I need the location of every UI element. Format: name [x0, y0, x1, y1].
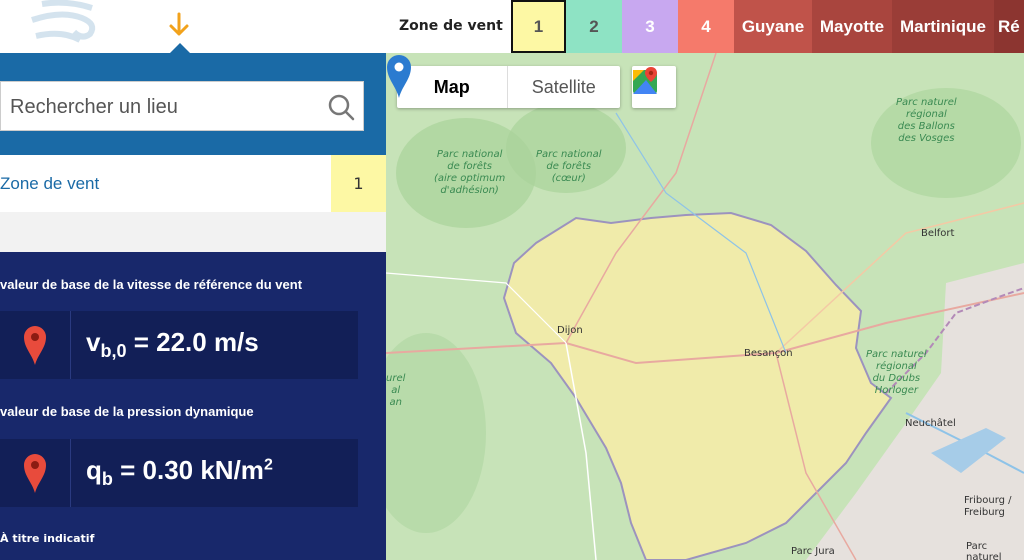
speed-value: vb,0 = 22.0 m/s: [86, 327, 259, 362]
label-park-left: urel al an: [386, 373, 406, 408]
label-park-doubs: Parc naturel régional du Doubs Horloger: [866, 349, 927, 396]
zone-result-row: Zone de vent 1: [0, 155, 386, 212]
label-park-vosges: Parc naturel régional des Ballons des Vo…: [896, 97, 957, 144]
legend-zone-guyane[interactable]: Guyane: [734, 0, 812, 53]
speed-box: vb,0 = 22.0 m/s: [0, 311, 358, 379]
google-maps-button[interactable]: [632, 66, 676, 108]
label-fribourg: Fribourg / Freiburg: [964, 495, 1012, 518]
label-parc-jura: Parc Jura: [791, 546, 835, 557]
legend-zone-mayotte[interactable]: Mayotte: [812, 0, 892, 53]
legend-zone-4[interactable]: 4: [678, 0, 734, 53]
speed-symbol: v: [86, 327, 101, 357]
pressure-symbol: q: [86, 455, 102, 485]
map-type-toggle: Map Satellite: [397, 66, 620, 108]
google-maps-icon: [633, 67, 657, 94]
results-panel: valeur de base de la vitesse de référenc…: [0, 252, 386, 560]
satellite-button[interactable]: Satellite: [508, 66, 621, 108]
label-neuchatel: Neuchâtel: [905, 418, 956, 429]
pressure-value: qb = 0.30 kN/m2: [86, 455, 273, 490]
map-button[interactable]: Map: [397, 66, 508, 108]
zone-result-label: Zone de vent: [0, 174, 100, 193]
legend-title: Zone de vent: [399, 18, 503, 34]
label-belfort: Belfort: [921, 228, 955, 239]
search-placeholder: Rechercher un lieu: [10, 96, 178, 118]
legend-zone-2[interactable]: 2: [566, 0, 622, 53]
wind-logo-icon: [31, 0, 96, 43]
pressure-title: valeur de base de la pression dynamique: [0, 404, 254, 419]
pressure-superscript: 2: [263, 456, 273, 474]
arrow-down-icon[interactable]: [168, 12, 190, 38]
label-besancon: Besançon: [744, 348, 793, 359]
speed-title: valeur de base de la vitesse de référenc…: [0, 277, 303, 292]
panel-spacer: [0, 212, 386, 252]
footnote: À titre indicatif: [0, 532, 95, 545]
pressure-number: = 0.30 kN/m: [112, 455, 264, 485]
label-park-foret-coeur: Parc national de forêts (cœur): [536, 149, 602, 184]
label-park-foret-adhesion: Parc national de forêts (aire optimum d'…: [434, 149, 506, 196]
speed-subscript: b,0: [100, 341, 127, 362]
map-pin-icon: [24, 454, 46, 493]
search-icon[interactable]: [327, 93, 355, 121]
location-marker-icon[interactable]: [386, 53, 412, 99]
pressure-subscript: b: [101, 469, 113, 490]
zone-result-badge: 1: [331, 155, 386, 212]
legend-zone-reunion[interactable]: Ré: [994, 0, 1024, 53]
speed-pin-cell: [0, 311, 71, 379]
legend-zone-martinique[interactable]: Martinique: [892, 0, 994, 53]
pressure-pin-cell: [0, 439, 71, 507]
label-parc-bottom: Parc naturel: [966, 541, 1002, 560]
legend-zone-3[interactable]: 3: [622, 0, 678, 53]
top-bar: Zone de vent 1 2 3 4 Guyane Mayotte Mart…: [0, 0, 1024, 53]
speed-number: = 22.0 m/s: [126, 327, 259, 357]
map-pin-icon: [24, 326, 46, 365]
pressure-box: qb = 0.30 kN/m2: [0, 439, 358, 507]
label-dijon: Dijon: [557, 325, 583, 336]
legend-zone-1[interactable]: 1: [511, 0, 566, 53]
search-input[interactable]: Rechercher un lieu: [0, 81, 364, 131]
map-view[interactable]: Dijon Besançon Belfort Neuchâtel Fribour…: [386, 53, 1024, 560]
panel-notch: [170, 43, 190, 53]
